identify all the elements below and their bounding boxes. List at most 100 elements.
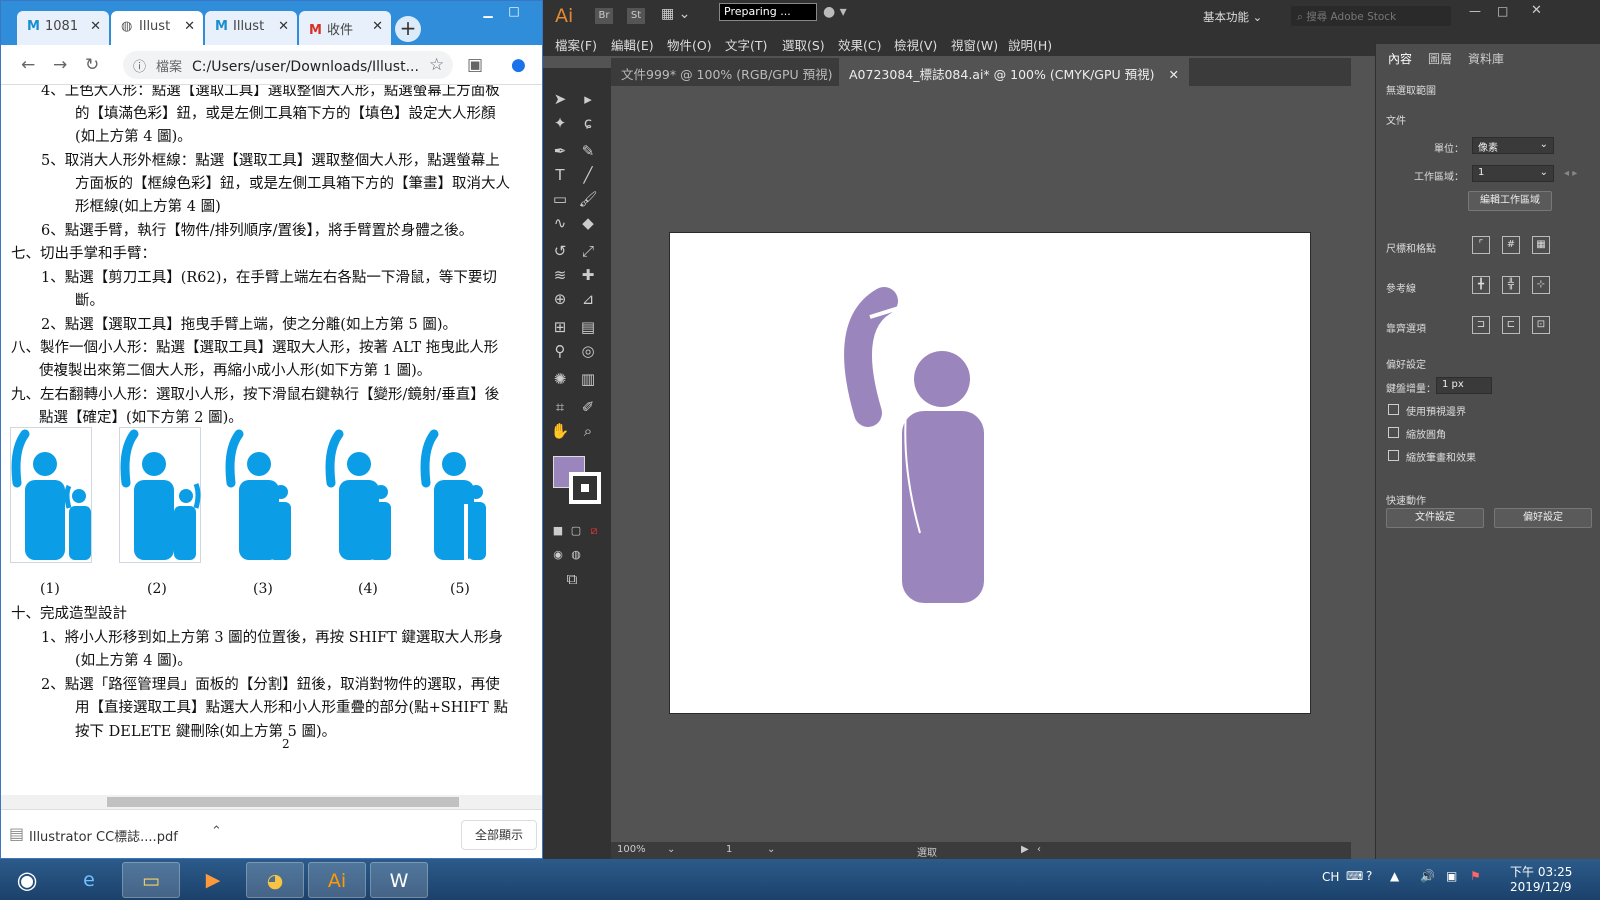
menu-view[interactable]: 檢視(V) [894,35,937,54]
close-icon[interactable]: ✕ [372,19,383,34]
zoom-level[interactable]: 100% [617,844,646,855]
chevron-up-icon[interactable]: ⌃ [211,824,222,839]
reload-icon[interactable]: ↻ [85,55,99,75]
lock-guides-icon[interactable]: ╬ [1502,276,1520,294]
play-icon[interactable]: ▶ [1021,844,1029,855]
zoom-tool-icon[interactable]: ⌕ [577,420,599,442]
shape-builder-icon[interactable]: ⊕ [549,288,571,310]
width-tool-icon[interactable]: ≋ [549,264,571,286]
chrome-icon[interactable]: ◕ [246,862,304,898]
rectangle-tool-icon[interactable]: ▭ [549,188,571,210]
snap-grid-icon[interactable]: ⊏ [1502,316,1520,334]
back-icon[interactable]: ← [21,55,35,75]
menu-select[interactable]: 選取(S) [782,35,825,54]
shaper-icon[interactable]: ∿ [549,212,571,234]
mesh-icon[interactable]: ⊞ [549,316,571,338]
close-icon[interactable]: ✕ [278,19,289,34]
puppet-warp-icon[interactable]: ✚ [577,264,599,286]
stock-search-input[interactable]: ⌕ 搜尋 Adobe Stock [1291,6,1451,26]
minimize-button[interactable]: — [1469,4,1481,18]
unit-select[interactable]: 像素 ⌄ [1472,137,1554,154]
preview-bounds-checkbox[interactable] [1388,404,1399,415]
eyedropper-icon[interactable]: ⚲ [549,340,571,362]
scale-icon[interactable]: ⤢ [577,240,599,262]
line-tool-icon[interactable]: ╱ [577,164,599,186]
tab-properties[interactable]: 內容 [1388,50,1412,67]
keyboard-increment-input[interactable]: 1 px [1436,377,1492,394]
doc-tab-2[interactable]: A0723084_標誌084.ai* @ 100% (CMYK/GPU 預視) … [839,58,1189,86]
curvature-icon[interactable]: ✎ [577,140,599,162]
arrange-documents-icon[interactable]: ▦ ⌄ [661,6,690,22]
snap-pixel-icon[interactable]: ⊡ [1532,316,1550,334]
slice-tool-icon[interactable]: ✐ [577,396,599,418]
internet-explorer-icon[interactable]: e [60,862,118,898]
type-tool-icon[interactable]: T [549,164,571,186]
maximize-button[interactable]: □ [1497,4,1508,18]
menu-effect[interactable]: 效果(C) [838,35,881,54]
direct-selection-icon[interactable]: ▸ [577,88,599,110]
chrome-tab-1[interactable]: M 1081 ✕ [17,11,109,45]
horizontal-scrollbar[interactable] [1,795,542,809]
scale-corners-checkbox[interactable] [1388,427,1399,438]
chrome-tab-3[interactable]: M Illust ✕ [205,11,297,45]
blend-icon[interactable]: ◎ [577,340,599,362]
gradient-icon[interactable]: ▤ [577,316,599,338]
menu-edit[interactable]: 編輯(E) [611,35,654,54]
draw-behind-icon[interactable]: ◍ [565,544,587,566]
menu-object[interactable]: 物件(O) [667,35,712,54]
media-player-icon[interactable]: ▶ [184,862,242,898]
menu-file[interactable]: 檔案(F) [555,35,597,54]
word-icon[interactable]: W [370,862,428,898]
edit-artboard-button[interactable]: 編輯工作區域 [1468,191,1552,211]
prev-artboard-icon[interactable]: ◂ ▸ [1564,168,1577,179]
chevron-down-icon[interactable]: ⌄ [767,844,775,855]
close-button[interactable]: ✕ [1531,3,1542,18]
preferences-button[interactable]: 偏好設定 [1494,508,1592,528]
forward-icon[interactable]: → [53,55,67,75]
artboard-tool-icon[interactable]: ⌗ [549,396,571,418]
graph-tool-icon[interactable]: ▥ [577,368,599,390]
close-icon[interactable]: ✕ [1168,67,1178,82]
action-center-icon[interactable]: ⚑ [1470,869,1481,883]
workspace-switcher[interactable]: 基本功能 ⌄ [1203,9,1262,25]
selection-tool-icon[interactable]: ➤ [549,88,571,110]
document-setup-button[interactable]: 文件設定 [1386,508,1484,528]
artboard-number[interactable]: 1 [726,844,732,855]
help-icon[interactable]: ? [1366,869,1372,883]
volume-icon[interactable]: 🔊 [1420,869,1435,883]
pdf-extension-icon[interactable]: ▣ [467,55,483,75]
symbol-sprayer-icon[interactable]: ✺ [549,368,571,390]
bridge-icon[interactable]: Br [595,8,613,24]
minimize-button[interactable]: ▁ [475,1,501,21]
rulers-icon[interactable]: ⌜ [1472,236,1490,254]
chevron-down-icon[interactable]: ⌄ [667,844,675,855]
show-hidden-icons[interactable]: ▲ [1390,869,1399,883]
scrollbar-thumb[interactable] [107,797,459,807]
screen-mode-icon[interactable]: ⧉ [561,568,583,590]
transparency-grid-icon[interactable]: ▦ [1532,236,1550,254]
magic-wand-icon[interactable]: ✦ [549,112,571,134]
maximize-button[interactable]: □ [501,1,527,21]
chevron-left-icon[interactable]: ‹ [1037,844,1041,855]
hand-tool-icon[interactable]: ✋ [549,420,571,442]
ime-indicator[interactable]: CH [1322,870,1339,884]
clock-time[interactable]: 下午 03:25 [1510,863,1572,880]
eraser-icon[interactable]: ◆ [577,212,599,234]
file-explorer-icon[interactable]: ▭ [122,862,180,898]
tab-layers[interactable]: 圖層 [1428,50,1452,67]
show-all-button[interactable]: 全部顯示 [461,820,537,850]
stock-icon[interactable]: St [627,8,645,24]
lasso-icon[interactable]: ɕ [577,112,599,134]
show-guides-icon[interactable]: ╋ [1472,276,1490,294]
keyboard-icon[interactable]: ⌨ [1346,869,1363,883]
paintbrush-icon[interactable]: 🖌 [577,188,599,210]
chrome-tab-2[interactable]: ◍ Illust ✕ [111,11,203,45]
sync-icon[interactable]: ● ▾ [823,4,847,20]
scale-strokes-checkbox[interactable] [1388,450,1399,461]
tab-libraries[interactable]: 資料庫 [1468,50,1504,67]
close-icon[interactable]: ✕ [90,19,101,34]
artboard[interactable] [670,233,1310,713]
download-item[interactable]: Illustrator CC標誌....pdf [29,826,178,845]
network-icon[interactable]: ▣ [1446,869,1457,883]
close-icon[interactable]: ✕ [184,19,195,34]
